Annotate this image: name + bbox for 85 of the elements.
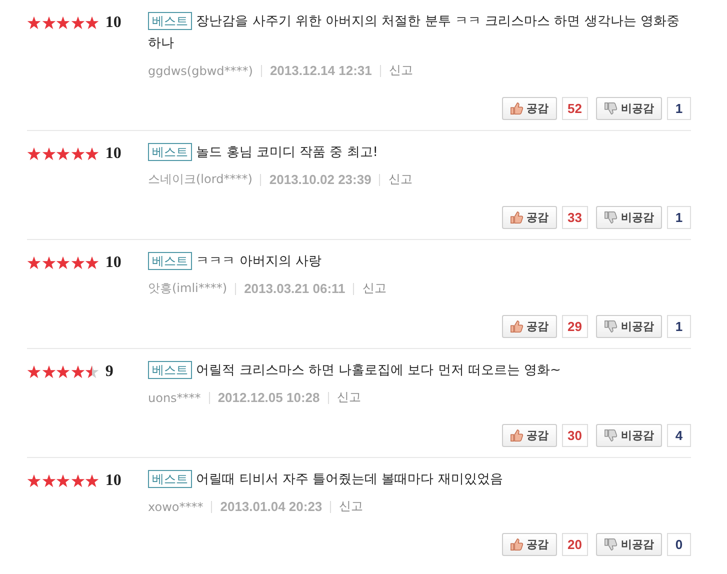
review-text: 베스트 어릴적 크리스마스 하면 나홀로집에 보다 먼저 떠오르는 영화~ bbox=[148, 360, 683, 382]
like-count: 30 bbox=[562, 424, 588, 447]
like-count: 20 bbox=[562, 533, 588, 556]
rating-score: 10 bbox=[105, 255, 122, 271]
star-icon bbox=[70, 474, 85, 488]
star-icon bbox=[42, 256, 56, 270]
star-icon bbox=[70, 16, 85, 30]
dislike-count: 0 bbox=[667, 533, 691, 556]
review-text: 베스트 놀드 홍님 코미디 작품 중 최고! bbox=[148, 142, 683, 164]
dislike-count: 1 bbox=[667, 97, 691, 120]
like-button[interactable]: 공감 bbox=[502, 206, 557, 229]
like-button[interactable]: 공감 bbox=[502, 533, 557, 556]
dislike-button[interactable]: 비공감 bbox=[596, 97, 662, 120]
star-icon bbox=[85, 16, 100, 30]
author-name: 스네이크(lord****) bbox=[148, 171, 252, 188]
star-icon bbox=[70, 147, 85, 161]
star-icon bbox=[56, 256, 70, 270]
thumbs-up-icon bbox=[510, 429, 523, 442]
thumbs-down-icon bbox=[604, 320, 617, 333]
thumbs-down-icon bbox=[604, 429, 617, 442]
report-link[interactable]: 신고 bbox=[388, 171, 412, 188]
star-icon bbox=[85, 365, 100, 379]
dislike-button[interactable]: 비공감 bbox=[596, 315, 662, 338]
thumbs-up-icon bbox=[510, 102, 523, 115]
best-badge: 베스트 bbox=[148, 470, 192, 488]
best-badge: 베스트 bbox=[148, 252, 192, 270]
thumbs-down-icon bbox=[604, 538, 617, 551]
dislike-button[interactable]: 비공감 bbox=[596, 206, 662, 229]
rating-score: 9 bbox=[105, 364, 114, 380]
like-button[interactable]: 공감 bbox=[502, 97, 557, 120]
author-name: xowo**** bbox=[148, 500, 204, 514]
review-text: 베스트 장난감을 사주기 위한 아버지의 처절한 분투 ㅋㅋ 크리스마스 하면 생각나는 영화중 하나 bbox=[148, 11, 680, 53]
like-button[interactable]: 공감 bbox=[502, 424, 557, 447]
report-link[interactable]: 신고 bbox=[339, 498, 364, 515]
best-badge: 베스트 bbox=[148, 143, 192, 161]
review-date: 2013.10.02 23:39 bbox=[269, 172, 372, 187]
author-name: uons**** bbox=[148, 390, 201, 404]
author-name: ggdws(gbwd****) bbox=[148, 64, 253, 78]
rating-score: 10 bbox=[105, 15, 122, 31]
review-text: 베스트 어릴때 티비서 자주 틀어줬는데 볼때마다 재미있었음 bbox=[148, 469, 683, 491]
like-count: 33 bbox=[562, 206, 588, 229]
star-icon bbox=[85, 256, 100, 270]
best-badge: 베스트 bbox=[148, 361, 192, 379]
star-icon bbox=[56, 365, 70, 379]
star-icon bbox=[70, 256, 85, 270]
thumbs-up-icon bbox=[510, 211, 523, 224]
rating-score: 10 bbox=[105, 473, 122, 489]
star-icon bbox=[42, 147, 56, 161]
star-icon bbox=[56, 474, 70, 488]
dislike-button[interactable]: 비공감 bbox=[596, 424, 662, 447]
star-icon bbox=[27, 147, 41, 161]
star-icon bbox=[27, 256, 41, 270]
report-link[interactable]: 신고 bbox=[336, 389, 361, 406]
dislike-button[interactable]: 비공감 bbox=[596, 533, 662, 556]
star-icon bbox=[42, 474, 56, 488]
star-icon bbox=[56, 16, 70, 30]
star-icon bbox=[27, 16, 41, 30]
review-text: 베스트 ㅋㅋㅋ 아버지의 사랑 bbox=[148, 251, 683, 273]
dislike-count: 4 bbox=[667, 424, 691, 447]
thumbs-up-icon bbox=[510, 320, 523, 333]
dislike-count: 1 bbox=[667, 315, 691, 338]
best-badge: 베스트 bbox=[148, 12, 192, 30]
review-date: 2013.03.21 06:11 bbox=[244, 281, 346, 296]
star-icon bbox=[70, 365, 85, 379]
dislike-count: 1 bbox=[667, 206, 691, 229]
star-icon bbox=[27, 474, 41, 488]
report-link[interactable]: 신고 bbox=[388, 62, 413, 79]
star-icon bbox=[42, 16, 56, 30]
author-name: 앗흥(imli****) bbox=[148, 280, 228, 297]
thumbs-down-icon bbox=[604, 211, 617, 224]
like-button[interactable]: 공감 bbox=[502, 315, 557, 338]
thumbs-up-icon bbox=[510, 538, 523, 551]
review-date: 2012.12.05 10:28 bbox=[218, 390, 320, 405]
review-date: 2013.01.04 20:23 bbox=[220, 499, 322, 514]
star-icon bbox=[85, 474, 100, 488]
rating-score: 10 bbox=[105, 146, 122, 162]
like-count: 29 bbox=[562, 315, 588, 338]
star-icon bbox=[27, 365, 41, 379]
star-icon bbox=[85, 147, 100, 161]
like-count: 52 bbox=[562, 97, 588, 120]
thumbs-down-icon bbox=[604, 102, 617, 115]
report-link[interactable]: 신고 bbox=[362, 280, 386, 297]
star-icon bbox=[42, 365, 56, 379]
review-date: 2013.12.14 12:31 bbox=[270, 63, 372, 78]
star-icon bbox=[56, 147, 70, 161]
